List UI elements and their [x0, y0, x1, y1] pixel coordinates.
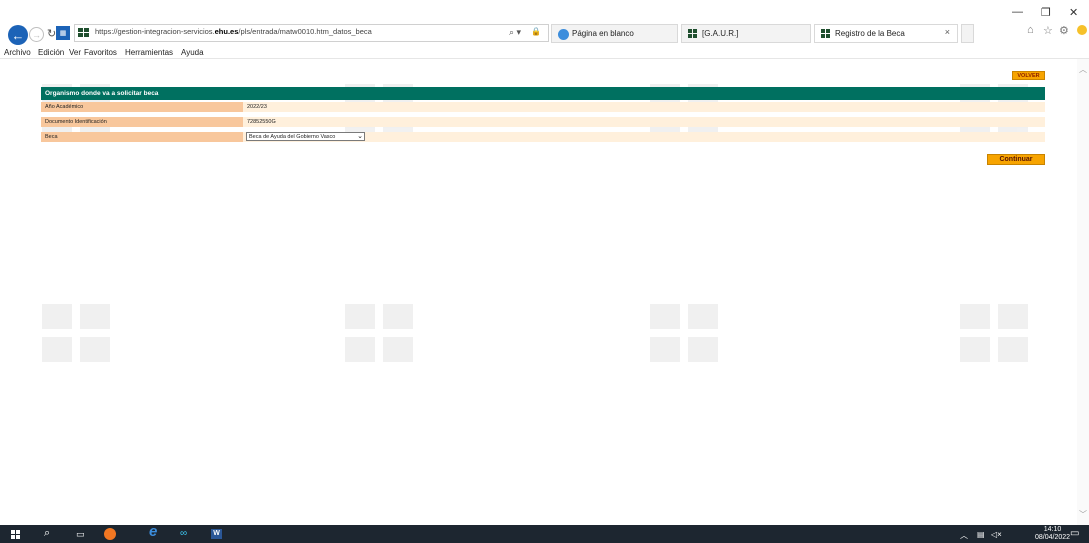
clock[interactable]: 14:10 08/04/2022 — [1035, 526, 1070, 542]
close-tab-icon[interactable]: × — [945, 27, 950, 37]
clock-date: 08/04/2022 — [1035, 534, 1071, 541]
restore-icon[interactable]: ❐ — [1041, 6, 1051, 19]
row-documento: Documento Identificación 72852550G — [41, 117, 1045, 127]
watermark-logo-icon — [345, 304, 415, 364]
compatibility-icon[interactable]: ▦ — [56, 26, 70, 40]
page-content — [0, 59, 1077, 525]
windows-start-icon[interactable] — [11, 530, 20, 539]
menu-item-ayuda[interactable]: Ayuda — [181, 48, 204, 57]
clock-time: 14:10 — [1043, 526, 1062, 533]
menu-item-herramientas[interactable]: Herramientas — [125, 48, 173, 57]
tab-blank-page[interactable]: Página en blanco — [551, 24, 678, 43]
copilot-icon[interactable]: ∞ — [180, 528, 187, 540]
continuar-button[interactable]: Continuar — [987, 154, 1045, 165]
task-view-icon[interactable]: ▭ — [76, 528, 85, 540]
search-icon[interactable]: ⌕ ▾ — [509, 27, 521, 38]
word-icon[interactable]: W — [211, 529, 222, 539]
home-icon[interactable]: ⌂ — [1027, 24, 1034, 36]
watermark-logo-icon — [960, 304, 1030, 364]
address-bar[interactable]: https://gestion-integracion-servicios.eh… — [74, 24, 549, 42]
tab-label: [G.A.U.R.] — [702, 29, 739, 38]
tab-label: Página en blanco — [572, 29, 634, 38]
tab-registro-beca[interactable]: Registro de la Beca × — [814, 24, 958, 43]
refresh-icon[interactable]: ↻ — [47, 27, 56, 40]
network-icon[interactable]: ▤ — [977, 530, 985, 539]
internet-explorer-icon[interactable]: e — [149, 524, 157, 539]
beca-select-value: Beca de Ayuda del Gobierno Vasco — [249, 134, 336, 140]
menu-bar: Archivo Edición Ver Favoritos Herramient… — [0, 47, 1089, 59]
ehu-logo-icon — [821, 29, 832, 38]
row-label: Documento Identificación — [41, 117, 243, 127]
taskbar: ⌕ ▭ e ∞ W ︿ ▤ ◁× 14:10 08/04/2022 ▭ — [0, 524, 1089, 543]
new-tab-button[interactable] — [961, 24, 974, 43]
row-value: 2022/23 — [243, 102, 1045, 112]
chevron-down-icon: ⌄ — [357, 133, 363, 140]
volume-icon[interactable]: ◁× — [991, 530, 1002, 539]
watermark-logo-icon — [42, 304, 112, 364]
menu-item-favoritos[interactable]: Favoritos — [84, 48, 117, 57]
scroll-up-icon[interactable]: ︿ — [1079, 64, 1087, 75]
tab-gaur[interactable]: [G.A.U.R.] — [681, 24, 811, 43]
menu-item-archivo[interactable]: Archivo — [4, 48, 31, 57]
row-label: Beca — [41, 132, 243, 142]
beca-select[interactable]: Beca de Ayuda del Gobierno Vasco ⌄ — [246, 132, 365, 141]
search-icon[interactable]: ⌕ — [44, 527, 50, 539]
settings-gear-icon[interactable]: ⚙ — [1059, 24, 1069, 37]
show-hidden-icons-icon[interactable]: ︿ — [960, 530, 968, 541]
favorites-star-icon[interactable]: ☆ — [1043, 24, 1053, 37]
title-bar: ← → ↻ ▦ https://gestion-integracion-serv… — [0, 0, 1089, 48]
row-beca: Beca — [41, 132, 1045, 142]
back-button[interactable]: ← — [8, 25, 28, 45]
minimize-icon[interactable]: — — [1012, 6, 1023, 18]
watermark-logo-icon — [650, 304, 720, 364]
ie-icon — [558, 29, 569, 40]
notifications-icon[interactable]: ▭ — [1070, 528, 1079, 539]
close-window-icon[interactable]: ✕ — [1069, 6, 1078, 19]
row-ano-academico: Año Académico 2022/23 — [41, 102, 1045, 112]
url-text[interactable]: https://gestion-integracion-servicios.eh… — [95, 27, 372, 36]
browser-window: ← → ↻ ▦ https://gestion-integracion-serv… — [0, 0, 1089, 543]
row-label: Año Académico — [41, 102, 243, 112]
lock-icon[interactable]: 🔒 — [531, 27, 541, 36]
forward-button[interactable]: → — [29, 27, 44, 42]
scroll-down-icon[interactable]: ﹀ — [1079, 509, 1087, 520]
firefox-icon[interactable] — [104, 528, 116, 540]
feedback-smiley-icon[interactable] — [1077, 25, 1087, 35]
menu-item-ver[interactable]: Ver — [69, 48, 81, 57]
tab-label: Registro de la Beca — [835, 29, 905, 38]
section-header: Organismo donde va a solicitar beca — [41, 87, 1045, 100]
menu-item-edicion[interactable]: Edición — [38, 48, 64, 57]
volver-button[interactable]: VOLVER — [1012, 71, 1045, 80]
vertical-scrollbar[interactable]: ︿ ﹀ — [1077, 59, 1089, 525]
row-value: 72852550G — [243, 117, 1045, 127]
ehu-logo-icon — [688, 29, 699, 38]
ehu-logo-icon — [78, 28, 90, 38]
